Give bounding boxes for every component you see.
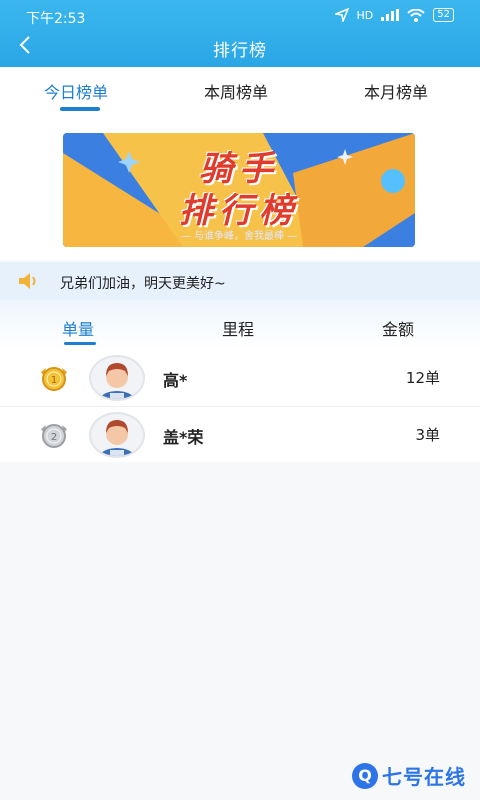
battery-icon: 52: [433, 8, 454, 22]
watermark-icon: Q: [352, 762, 378, 789]
ranking-value: 12单: [405, 369, 440, 387]
tab-amount[interactable]: 金额: [382, 316, 414, 340]
metric-tabs: 单量 里程 金额: [0, 300, 480, 350]
active-metric-underline: [64, 342, 96, 345]
notice-text: 兄弟们加油，明天更美好~: [60, 276, 226, 292]
gold-medal-rank: 1: [51, 375, 57, 386]
rider-ranking-banner: 骑手 排行榜 — 与谁争峰，舍我最棒 —: [63, 133, 415, 247]
silver-medal-rank: 2: [51, 432, 57, 443]
tab-month[interactable]: 本月榜单: [364, 79, 428, 103]
avatar: [89, 412, 145, 458]
gold-medal-icon: 1: [41, 367, 67, 391]
watermark-text: 七号在线: [382, 765, 466, 789]
speaker-icon: [19, 273, 36, 289]
tab-week[interactable]: 本周榜单: [204, 79, 268, 103]
ranking-row-1[interactable]: 1 高* 12单: [0, 350, 480, 406]
tab-order-count[interactable]: 单量: [62, 316, 94, 340]
app-header: 下午2:53 HD 52 排行榜: [0, 0, 480, 67]
rider-name: 高*: [163, 371, 188, 390]
period-tabs: 今日榜单 本周榜单 本月榜单: [0, 67, 480, 115]
status-time: 下午2:53: [26, 11, 86, 27]
avatar: [89, 355, 145, 401]
tab-mileage[interactable]: 里程: [222, 316, 254, 340]
signal-icon: [381, 9, 400, 21]
location-icon: [334, 8, 349, 22]
wifi-icon: [407, 8, 425, 22]
rider-name: 盖*荣: [163, 428, 204, 447]
ranking-list: 1 高* 12单 2 盖*荣 3单: [0, 350, 480, 462]
notice-bar: 兄弟们加油，明天更美好~: [0, 262, 480, 300]
ranking-value: 3单: [415, 426, 440, 444]
banner-title-line2: 排行榜: [179, 191, 299, 231]
banner-section: 骑手 排行榜 — 与谁争峰，舍我最棒 —: [0, 115, 480, 260]
status-bar: 下午2:53 HD 52: [0, 0, 480, 32]
silver-medal-icon: 2: [41, 424, 67, 448]
page-title: 排行榜: [213, 41, 267, 61]
tab-today[interactable]: 今日榜单: [44, 79, 108, 103]
banner-subtitle: — 与谁争峰，舍我最棒 —: [180, 231, 298, 242]
ranking-row-2[interactable]: 2 盖*荣 3单: [0, 406, 480, 462]
watermark-logo: Q 七号在线: [352, 761, 466, 790]
active-tab-underline: [60, 107, 100, 111]
rider-avatar-icon: [99, 363, 135, 399]
status-icons: HD 52: [334, 8, 454, 22]
rider-avatar-icon: [99, 420, 135, 456]
network-type: HD: [356, 8, 374, 22]
